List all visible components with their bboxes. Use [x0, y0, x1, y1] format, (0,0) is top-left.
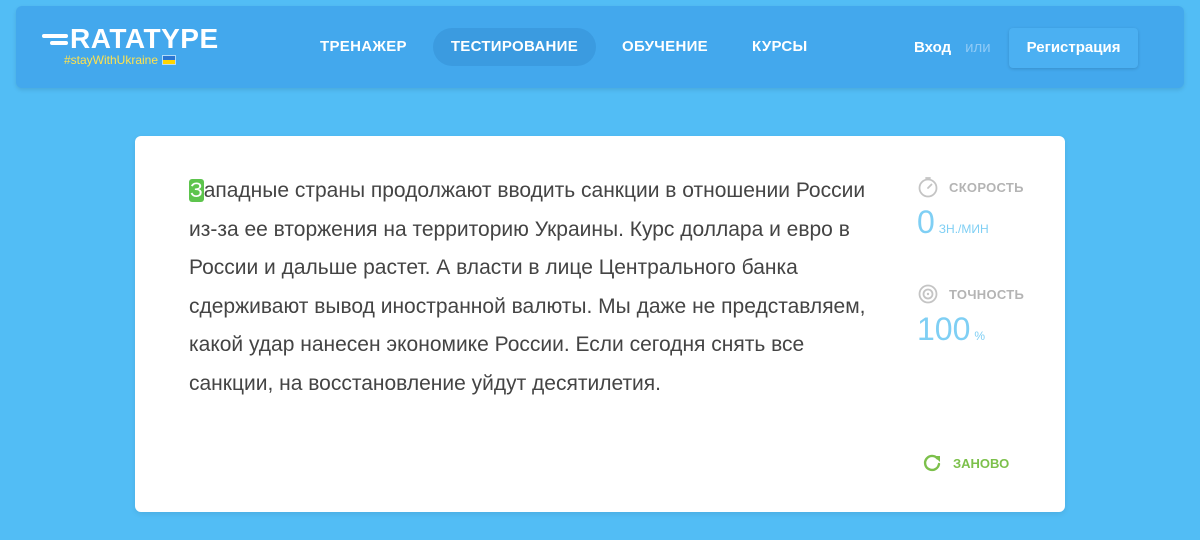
logo-tagline: #stayWithUkraine — [64, 53, 219, 67]
typing-text[interactable]: Западные страны продолжают вводить санкц… — [189, 172, 869, 403]
register-button[interactable]: Регистрация — [1008, 28, 1139, 68]
accuracy-unit: % — [974, 329, 986, 343]
nav-item-testing[interactable]: ТЕСТИРОВАНИЕ — [432, 28, 596, 66]
speed-unit: ЗН./МИН — [938, 222, 989, 236]
accuracy-number: 100 — [917, 311, 971, 347]
speed-number: 0 — [917, 204, 935, 240]
speed-label-text: СКОРОСТЬ — [949, 179, 1024, 195]
logo-text: RATATYPE — [70, 23, 219, 54]
accuracy-value: 100% — [917, 311, 1057, 348]
remaining-text: ападные страны продолжают вводить санкци… — [189, 179, 866, 395]
restart-button[interactable]: ЗАНОВО — [921, 452, 1009, 474]
logo-wordmark: RATATYPE — [42, 24, 219, 54]
nav-item-learning[interactable]: ОБУЧЕНИЕ — [604, 28, 726, 66]
nav-item-trainer[interactable]: ТРЕНАЖЕР — [302, 28, 425, 66]
main-nav: ТРЕНАЖЕР ТЕСТИРОВАНИЕ ОБУЧЕНИЕ КУРСЫ — [302, 28, 834, 66]
accuracy-label: ТОЧНОСТЬ — [917, 283, 1057, 305]
typing-test-card: Западные страны продолжают вводить санкц… — [135, 136, 1065, 512]
logo-speed-lines-icon — [42, 31, 68, 48]
tagline-text: #stayWithUkraine — [64, 53, 159, 67]
target-icon — [918, 284, 938, 304]
restart-label: ЗАНОВО — [953, 455, 1010, 471]
current-character: З — [189, 179, 204, 202]
accuracy-label-text: ТОЧНОСТЬ — [949, 286, 1025, 302]
nav-item-courses[interactable]: КУРСЫ — [734, 28, 826, 66]
top-navigation-bar: RATATYPE #stayWithUkraine ТРЕНАЖЕР ТЕСТИ… — [16, 6, 1184, 88]
speed-value: 0 ЗН./МИН — [917, 204, 1057, 241]
stopwatch-icon — [918, 177, 938, 198]
ratatype-logo[interactable]: RATATYPE #stayWithUkraine — [42, 24, 219, 67]
ukraine-flag-icon — [162, 55, 177, 65]
stats-panel: СКОРОСТЬ 0 ЗН./МИН ТОЧНОСТЬ 100% — [917, 176, 1057, 348]
auth-separator: или — [965, 39, 991, 56]
refresh-icon — [923, 454, 941, 472]
login-link[interactable]: Вход — [914, 29, 951, 67]
speed-label: СКОРОСТЬ — [917, 176, 1057, 198]
auth-area: Вход или Регистрация — [914, 28, 1139, 68]
